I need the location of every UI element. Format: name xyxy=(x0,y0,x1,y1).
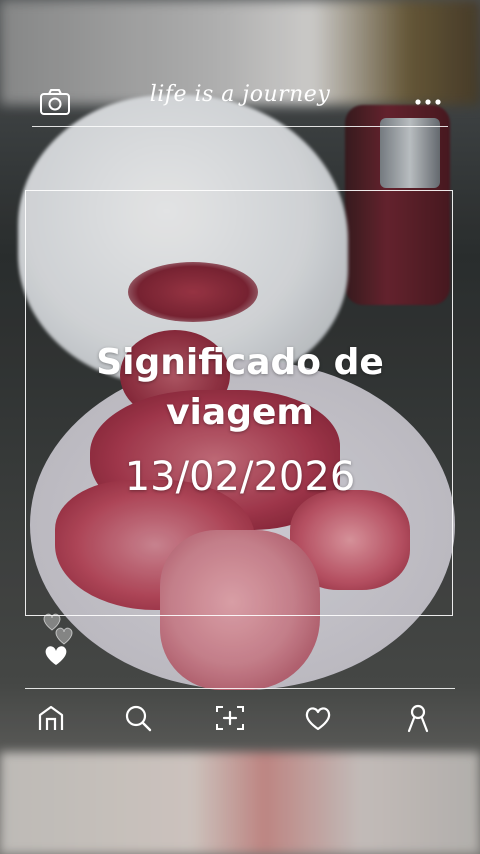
reaction-hearts[interactable] xyxy=(38,610,82,670)
heart-icon[interactable] xyxy=(298,698,338,738)
post-date: 13/02/2026 xyxy=(124,454,356,500)
bottom-divider xyxy=(25,688,455,689)
add-frame-icon[interactable] xyxy=(210,698,250,738)
home-icon[interactable] xyxy=(31,698,71,738)
heart-outline-icon xyxy=(43,613,61,631)
heart-outline-icon xyxy=(55,627,73,645)
heart-filled-icon xyxy=(45,646,67,665)
brand-title: life is a journey xyxy=(149,82,331,107)
top-divider xyxy=(32,126,448,127)
camera-icon[interactable] xyxy=(39,88,71,116)
profile-icon[interactable] xyxy=(398,698,438,738)
title-line-2: viagem xyxy=(166,392,314,433)
title-line-1: Significado de xyxy=(96,342,384,383)
bottom-nav xyxy=(0,698,480,738)
search-icon[interactable] xyxy=(118,698,158,738)
post-title: Significado de viagem xyxy=(40,338,440,438)
more-dots-icon[interactable] xyxy=(412,96,444,108)
